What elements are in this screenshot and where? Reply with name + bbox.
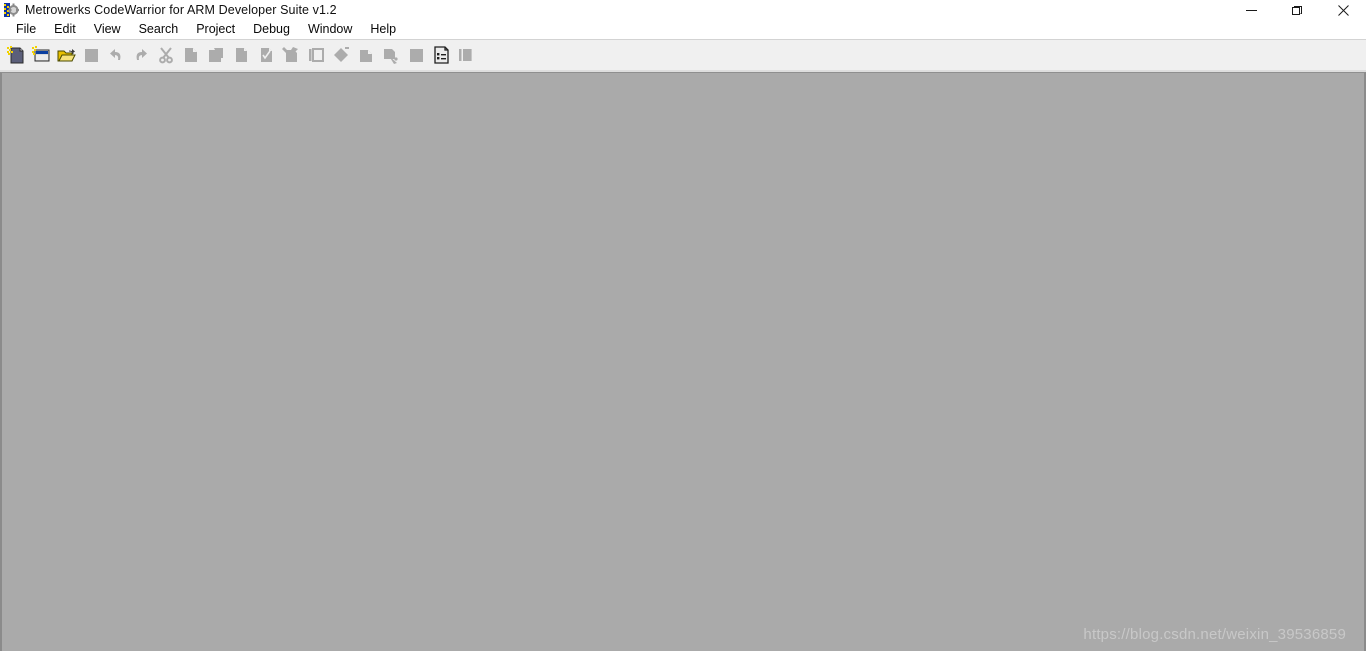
mdi-client-area[interactable]: https://blog.csdn.net/weixin_39536859	[0, 72, 1366, 651]
compile-file-icon[interactable]	[228, 43, 253, 67]
menu-item-search[interactable]: Search	[130, 20, 188, 39]
application-window: Metrowerks CodeWarrior for ARM Developer…	[0, 0, 1366, 651]
watermark-text: https://blog.csdn.net/weixin_39536859	[1083, 626, 1346, 643]
copy-icon[interactable]	[178, 43, 203, 67]
title-bar: Metrowerks CodeWarrior for ARM Developer…	[0, 0, 1366, 20]
menu-item-view[interactable]: View	[85, 20, 130, 39]
project-window-icon[interactable]	[303, 43, 328, 67]
menu-item-edit[interactable]: Edit	[45, 20, 85, 39]
preferences-icon[interactable]	[428, 43, 453, 67]
paste-icon[interactable]	[203, 43, 228, 67]
codewarrior-icon	[3, 2, 19, 18]
menu-bar: File Edit View Search Project Debug Wind…	[0, 20, 1366, 39]
cut-icon[interactable]	[153, 43, 178, 67]
undo-icon[interactable]	[103, 43, 128, 67]
new-project-icon[interactable]	[28, 43, 53, 67]
menu-item-help[interactable]: Help	[361, 20, 405, 39]
check-syntax-icon[interactable]	[253, 43, 278, 67]
window-controls	[1228, 0, 1366, 20]
bring-up-to-date-icon[interactable]	[328, 43, 353, 67]
menu-item-window[interactable]: Window	[299, 20, 361, 39]
restore-button[interactable]	[1274, 0, 1320, 20]
new-text-file-icon[interactable]	[3, 43, 28, 67]
menu-item-file[interactable]: File	[7, 20, 45, 39]
menu-item-debug[interactable]: Debug	[244, 20, 299, 39]
stop-build-icon[interactable]	[403, 43, 428, 67]
minimize-button[interactable]	[1228, 0, 1274, 20]
menu-item-project[interactable]: Project	[187, 20, 244, 39]
make-project-icon[interactable]	[278, 43, 303, 67]
redo-icon[interactable]	[128, 43, 153, 67]
save-icon[interactable]	[78, 43, 103, 67]
target-settings-icon[interactable]	[453, 43, 478, 67]
open-file-icon[interactable]	[53, 43, 78, 67]
toolbar	[0, 40, 1366, 70]
close-button[interactable]	[1320, 0, 1366, 20]
run-icon[interactable]	[353, 43, 378, 67]
debug-icon[interactable]	[378, 43, 403, 67]
window-title: Metrowerks CodeWarrior for ARM Developer…	[25, 3, 337, 17]
